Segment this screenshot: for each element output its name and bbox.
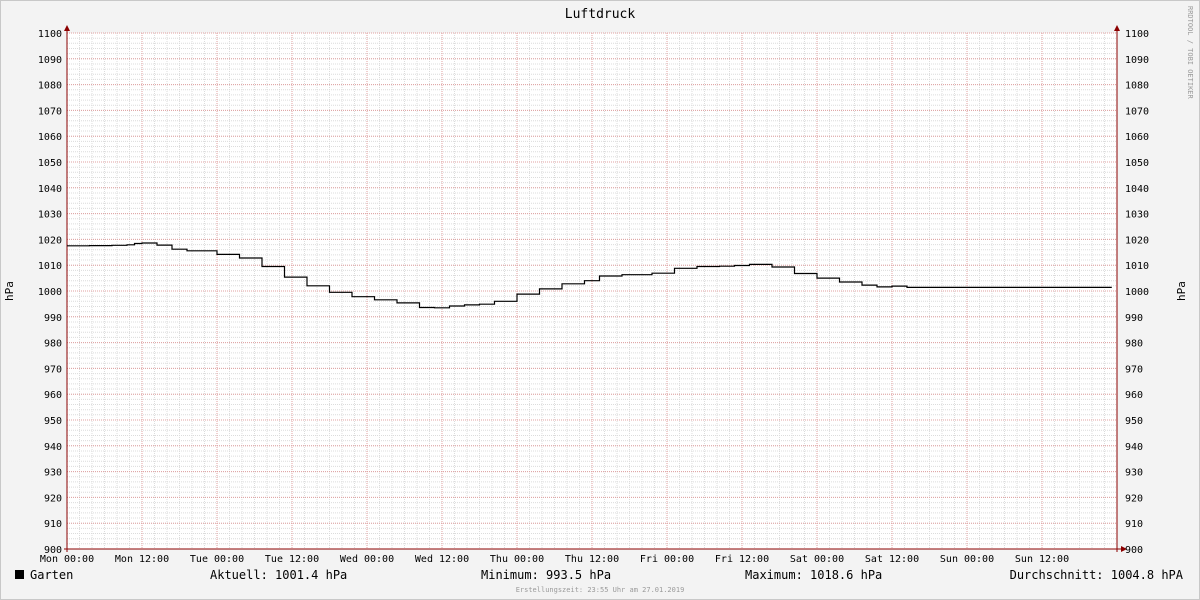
- y-tick-label-left: 1070: [38, 106, 62, 117]
- y-tick-label-right: 1060: [1125, 132, 1149, 143]
- x-tick-label: Sat 00:00: [790, 554, 844, 565]
- y-tick-label-left: 960: [44, 390, 62, 401]
- y-axis-arrow-right: [1114, 25, 1120, 31]
- y-tick-label-right: 1070: [1125, 106, 1149, 117]
- y-tick-label-left: 980: [44, 339, 62, 350]
- y-tick-label-right: 930: [1125, 468, 1143, 479]
- y-tick-label-left: 950: [44, 416, 62, 427]
- legend-average: Durchschnitt: 1004.8 hPA: [1010, 568, 1184, 582]
- x-tick-label: Mon 00:00: [40, 554, 94, 565]
- y-tick-label-right: 980: [1125, 339, 1143, 350]
- legend-current: Aktuell: 1001.4 hPa: [210, 568, 347, 582]
- y-tick-label-left: 1090: [38, 55, 62, 66]
- x-tick-label: Tue 12:00: [265, 554, 319, 565]
- y-tick-label-right: 940: [1125, 442, 1143, 453]
- y-tick-label-left: 1020: [38, 235, 62, 246]
- chart-title: Luftdruck: [565, 7, 636, 22]
- y-tick-label-right: 1020: [1125, 235, 1149, 246]
- y-tick-labels-left: 9009109209309409509609709809901000101010…: [38, 29, 62, 556]
- legend-maximum: Maximum: 1018.6 hPa: [745, 568, 882, 582]
- x-tick-label: Mon 12:00: [115, 554, 169, 565]
- pressure-chart: 900 910 920 930 940 950 960 970 980 990 1000 1010 10…: [3, 6, 1194, 594]
- x-tick-label: Thu 00:00: [490, 554, 544, 565]
- y-tick-label-right: 1000: [1125, 287, 1149, 298]
- y-tick-label-left: 930: [44, 468, 62, 479]
- x-tick-label: Sat 12:00: [865, 554, 919, 565]
- x-tick-label: Tue 00:00: [190, 554, 244, 565]
- y-tick-label-left: 1060: [38, 132, 62, 143]
- y-tick-label-right: 990: [1125, 313, 1143, 324]
- y-tick-label-left: 1040: [38, 184, 62, 195]
- y-tick-label-left: 1010: [38, 261, 62, 272]
- y-tick-label-left: 1030: [38, 210, 62, 221]
- x-tick-label: Fri 12:00: [715, 554, 769, 565]
- y-axis-label-right: hPa: [1175, 281, 1188, 301]
- y-tick-label-left: 940: [44, 442, 62, 453]
- x-tick-label: Wed 12:00: [415, 554, 469, 565]
- y-tick-label-right: 970: [1125, 364, 1143, 375]
- y-tick-label-left: 990: [44, 313, 62, 324]
- y-tick-label-right: 1040: [1125, 184, 1149, 195]
- x-tick-label: Wed 00:00: [340, 554, 394, 565]
- y-tick-label-right: 1010: [1125, 261, 1149, 272]
- y-tick-label-right: 920: [1125, 493, 1143, 504]
- x-tick-label: Fri 00:00: [640, 554, 694, 565]
- y-tick-label-right: 1100: [1125, 29, 1149, 40]
- y-tick-label-left: 1000: [38, 287, 62, 298]
- y-tick-label-left: 970: [44, 364, 62, 375]
- x-tick-label: Sun 00:00: [940, 554, 994, 565]
- x-tick-labels: Mon 00:00 Mon 12:00 Tue 00:00 Tue 12:00 Wed …: [40, 554, 1069, 565]
- y-tick-label-right: 1050: [1125, 158, 1149, 169]
- y-tick-label-left: 920: [44, 493, 62, 504]
- x-tick-label: Sun 12:00: [1015, 554, 1069, 565]
- legend-series-label: Garten: [30, 568, 73, 582]
- watermark: RRDTOOL / TOBI OETIKER: [1186, 6, 1194, 100]
- y-axis-label-left: hPa: [3, 281, 16, 301]
- y-axis-arrow-left: [64, 25, 70, 31]
- y-tick-label-left: 1100: [38, 29, 62, 40]
- legend-minimum: Minimum: 993.5 hPa: [481, 568, 611, 582]
- y-tick-label-left: 1080: [38, 81, 62, 92]
- creation-time: Erstellungszeit: 23:55 Uhr am 27.01.2019: [516, 586, 685, 594]
- legend-swatch: [15, 570, 24, 579]
- y-tick-label-right: 1030: [1125, 210, 1149, 221]
- y-tick-label-right: 950: [1125, 416, 1143, 427]
- y-tick-label-left: 1050: [38, 158, 62, 169]
- x-tick-label: Thu 12:00: [565, 554, 619, 565]
- y-tick-label-right: 1090: [1125, 55, 1149, 66]
- y-tick-label-right: 960: [1125, 390, 1143, 401]
- y-tick-label-right: 1080: [1125, 81, 1149, 92]
- y-tick-label-right: 900: [1125, 545, 1143, 556]
- y-tick-label-right: 910: [1125, 519, 1143, 530]
- y-tick-labels-right: 900 910 920 930 940 950 960 970 980 990 1000 1010 10…: [1125, 29, 1149, 556]
- y-tick-label-left: 910: [44, 519, 62, 530]
